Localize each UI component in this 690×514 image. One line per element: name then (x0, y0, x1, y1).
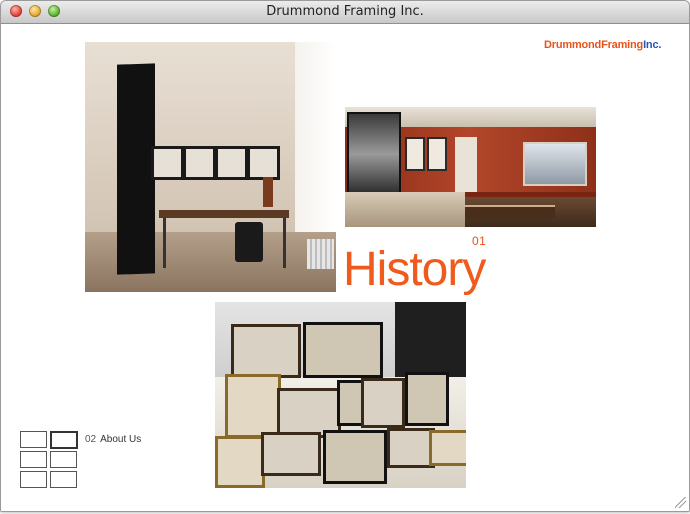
page-thumb-6[interactable] (50, 471, 77, 488)
logo-part-inc: Inc. (643, 39, 662, 51)
about-us-label: About Us (100, 434, 142, 445)
page-thumb-1[interactable] (20, 431, 47, 448)
office-photo (85, 42, 336, 292)
page-thumb-5[interactable] (20, 471, 47, 488)
browser-window: Drummond Framing Inc. DrummondFramingInc… (0, 0, 690, 512)
about-us-number: 02 (85, 434, 97, 445)
page-thumb-2[interactable] (50, 431, 78, 449)
living-room-photo (345, 107, 596, 227)
resize-grip-icon[interactable] (675, 497, 686, 508)
window-title: Drummond Framing Inc. (266, 4, 424, 19)
page-navigation-grid (20, 431, 78, 489)
page-thumb-3[interactable] (20, 451, 47, 468)
page-thumb-4[interactable] (50, 451, 77, 468)
about-us-link[interactable]: 02 About Us (85, 434, 141, 445)
page-content: DrummondFramingInc. 01 History 02 About … (1, 24, 689, 511)
logo-part-drummond: Drummond (544, 39, 602, 51)
company-logo[interactable]: DrummondFramingInc. (544, 39, 661, 51)
framed-pictures-photo (215, 302, 466, 488)
section-title: History (343, 243, 486, 296)
title-bar: Drummond Framing Inc. (1, 1, 689, 24)
logo-part-framing: Framing (601, 39, 644, 51)
